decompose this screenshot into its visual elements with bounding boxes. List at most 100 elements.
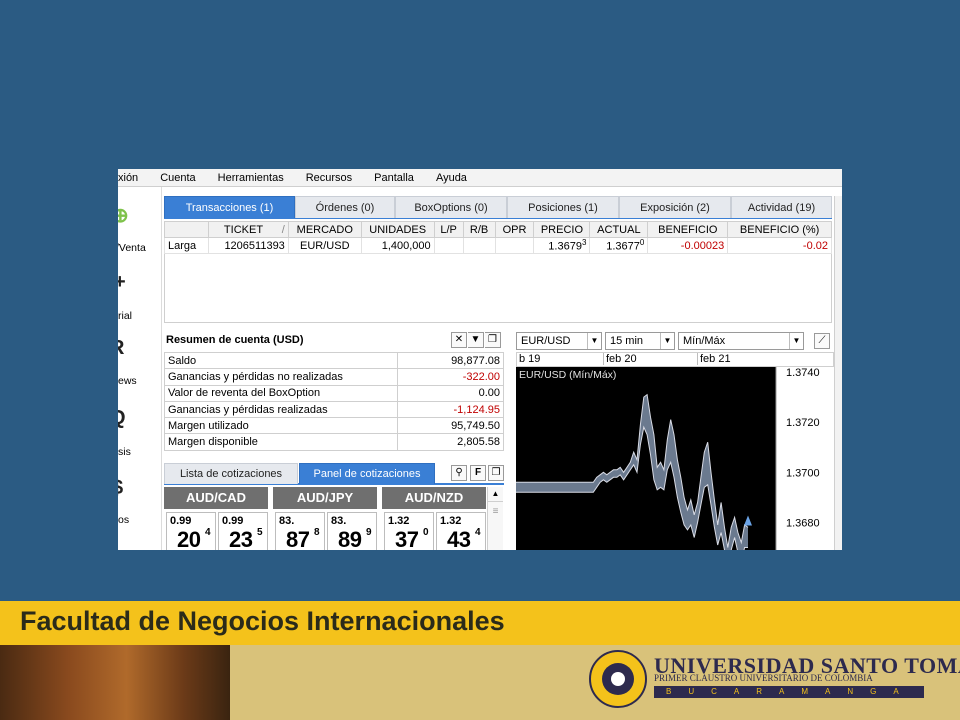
col-lp[interactable]: L/P — [433, 221, 464, 238]
interval-select[interactable]: 15 min ▼ — [605, 332, 675, 350]
bid-box[interactable]: 0.99 20 4 — [166, 512, 216, 550]
nav-label: os — [118, 514, 130, 526]
tab-transacciones[interactable]: Transacciones (1) — [164, 196, 295, 218]
ask-box[interactable]: 1.32 43 4 — [436, 512, 486, 550]
sort-icon: / — [281, 223, 285, 236]
chevron-down-icon: ▼ — [660, 333, 674, 349]
account-summary-table: Saldo 98,877.08 Ganancias y pérdidas no r… — [164, 351, 504, 451]
bid-fraction: 0 — [423, 527, 429, 538]
font-icon[interactable]: F — [470, 465, 486, 481]
tab-exposicion[interactable]: Exposición (2) — [619, 196, 731, 218]
university-city: BUCARAMANGA — [654, 686, 924, 698]
table-row: Ganancias y pérdidas realizadas -1,124.95 — [164, 400, 504, 419]
menu-pantalla[interactable]: Pantalla — [362, 172, 424, 184]
cell-lp — [433, 237, 464, 254]
cell-side: Larga — [164, 237, 209, 254]
col-side[interactable] — [164, 221, 209, 238]
filter-icon[interactable]: ⚲ — [451, 465, 467, 481]
col-ticket-label: TICKET — [223, 223, 264, 236]
cell-ticket: 1206511393 — [207, 237, 289, 254]
nav-label: rial — [118, 310, 133, 322]
col-precio[interactable]: PRECIO — [533, 221, 591, 238]
table-row[interactable]: Larga 1206511393 EUR/USD 1,400,000 1.367… — [164, 237, 832, 254]
ask-box[interactable]: 83. 89 9 — [327, 512, 377, 550]
scroll-grip-icon[interactable]: ≡ — [488, 506, 503, 517]
date-label: feb 20 — [603, 353, 637, 365]
quote-card[interactable]: AUD/JPY 83. 87 8 83. 89 9 — [273, 487, 377, 550]
chart-plot-area — [516, 367, 776, 550]
y-tick-label: 1.3700 — [786, 467, 820, 479]
col-mercado[interactable]: MERCADO — [287, 221, 362, 238]
mode-value: Mín/Máx — [683, 335, 726, 347]
dropdown-icon[interactable]: ▼ — [468, 332, 484, 348]
tab-lista-cotizaciones[interactable]: Lista de cotizaciones — [164, 463, 298, 484]
quotes-scrollbar[interactable]: ▲ ≡ — [487, 487, 503, 550]
search-icon: Q — [118, 407, 126, 430]
draw-line-icon[interactable]: ⟋ — [814, 333, 830, 349]
table-row: Saldo 98,877.08 — [164, 351, 504, 370]
y-tick-label: 1.3680 — [786, 517, 820, 529]
col-opr[interactable]: OPR — [494, 221, 535, 238]
quotes-tab-bar: Lista de cotizaciones Panel de cotizacio… — [164, 463, 504, 485]
account-summary-title: Resumen de cuenta (USD) — [166, 334, 304, 346]
chart-icon: + — [118, 271, 126, 294]
menu-cuenta[interactable]: Cuenta — [148, 172, 205, 184]
col-beneficio-pct[interactable]: BENEFICIO (%) — [727, 221, 832, 238]
acct-value: 2,805.58 — [397, 433, 504, 451]
undock-icon[interactable]: ❐ — [488, 465, 504, 481]
tab-boxoptions[interactable]: BoxOptions (0) — [395, 196, 507, 218]
col-unidades[interactable]: UNIDADES — [360, 221, 435, 238]
ask-box[interactable]: 0.99 23 5 — [218, 512, 268, 550]
bid-box[interactable]: 1.32 37 0 — [384, 512, 434, 550]
acct-label: Ganancias y pérdidas realizadas — [164, 400, 398, 419]
tab-ordenes[interactable]: Órdenes (0) — [295, 196, 395, 218]
quote-panel: AUD/CAD 0.99 20 4 0.99 23 5 AUD/JPY 83. … — [164, 487, 486, 550]
bid-pips: 37 — [395, 527, 419, 550]
tab-posiciones[interactable]: Posiciones (1) — [507, 196, 619, 218]
quote-card[interactable]: AUD/NZD 1.32 37 0 1.32 43 4 — [382, 487, 486, 550]
undock-icon[interactable]: ❐ — [485, 332, 501, 348]
chart-title: EUR/USD (Mín/Máx) — [519, 369, 616, 381]
menu-conexion[interactable]: xión — [118, 172, 148, 184]
footer-banner: UNIVERSIDAD SANTO TOMAS PRIMER CLAUSTRO … — [0, 645, 960, 720]
faculty-title: Facultad de Negocios Internacionales — [20, 606, 505, 636]
cell-profit-pct: -0.02 — [727, 237, 832, 254]
menu-herramientas[interactable]: Herramientas — [206, 172, 294, 184]
positions-tab-bar: Transacciones (1) Órdenes (0) BoxOptions… — [164, 196, 832, 219]
nav-label: ews — [118, 375, 137, 387]
tab-panel-cotizaciones[interactable]: Panel de cotizaciones — [299, 463, 435, 484]
chevron-down-icon: ▼ — [587, 333, 601, 349]
tab-actividad[interactable]: Actividad (19) — [731, 196, 832, 218]
university-seal-icon — [589, 650, 647, 708]
current-value: 1.3677 — [606, 240, 640, 253]
menu-ayuda[interactable]: Ayuda — [424, 172, 477, 184]
mode-select[interactable]: Mín/Máx ▼ — [678, 332, 804, 350]
col-ticket[interactable]: TICKET / — [207, 221, 289, 238]
cell-units: 1,400,000 — [360, 237, 435, 254]
col-rb[interactable]: R/B — [462, 221, 496, 238]
acct-value: 95,749.50 — [397, 417, 504, 435]
acct-value: -1,124.95 — [397, 400, 504, 419]
instrument-value: EUR/USD — [521, 335, 571, 347]
ask-prefix: 83. — [331, 515, 347, 527]
left-navigation: ⊕ /Venta + rial R ews Q sis $ os — [118, 187, 162, 550]
acct-value: -322.00 — [397, 368, 504, 386]
students-photo — [0, 645, 230, 720]
menu-recursos[interactable]: Recursos — [294, 172, 362, 184]
instrument-select[interactable]: EUR/USD ▼ — [516, 332, 602, 350]
nav-label: sis — [118, 446, 131, 458]
scroll-up-icon[interactable]: ▲ — [488, 487, 503, 502]
price-chart[interactable]: EUR/USD (Mín/Máx) 1.3740 1.3720 1.3700 1… — [516, 367, 834, 550]
close-icon[interactable]: ✕ — [451, 332, 467, 348]
bid-pips: 87 — [286, 527, 310, 550]
cell-market: EUR/USD — [287, 237, 362, 254]
quote-card[interactable]: AUD/CAD 0.99 20 4 0.99 23 5 — [164, 487, 268, 550]
bid-box[interactable]: 83. 87 8 — [275, 512, 325, 550]
col-beneficio[interactable]: BENEFICIO — [647, 221, 729, 238]
bid-prefix: 83. — [279, 515, 295, 527]
menu-bar: xión Cuenta Herramientas Recursos Pantal… — [118, 169, 842, 187]
chart-date-axis: b 19 feb 20 feb 21 — [516, 352, 834, 367]
ask-fraction: 9 — [366, 527, 372, 538]
acct-value: 0.00 — [397, 384, 504, 402]
col-actual[interactable]: ACTUAL — [589, 221, 649, 238]
